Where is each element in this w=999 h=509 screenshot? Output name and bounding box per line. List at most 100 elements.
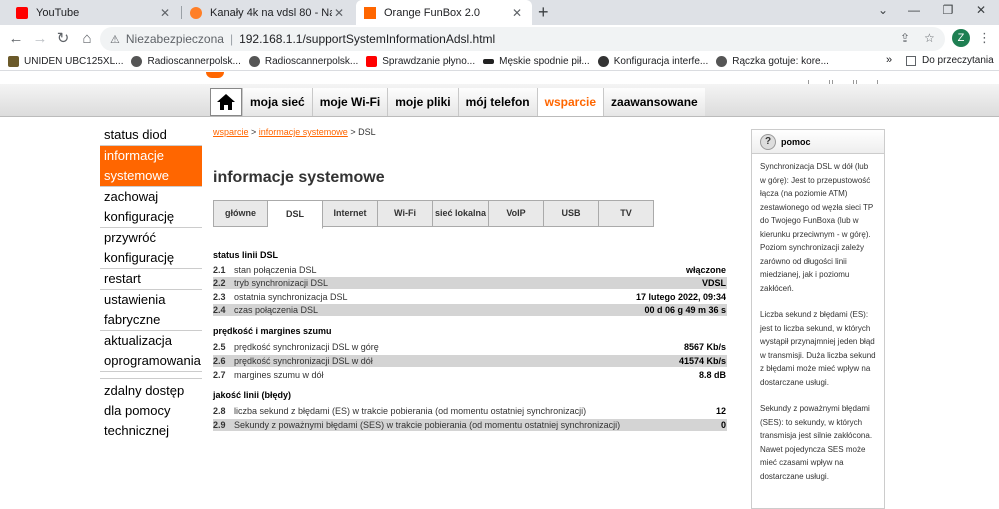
tab-search-chevron-icon[interactable]: ⌄ xyxy=(872,3,894,17)
tab-wifi[interactable]: Wi-Fi xyxy=(378,200,433,227)
close-icon[interactable]: ✕ xyxy=(332,6,346,20)
reading-list-label: Do przeczytania xyxy=(922,55,994,66)
home-icon[interactable]: ⌂ xyxy=(77,29,97,49)
sidebar-item-informacje-systemowe[interactable]: informacje systemowe xyxy=(100,146,202,187)
tab-siec-lokalna[interactable]: sieć lokalna xyxy=(433,200,489,227)
table-row: 2.4 czas połączenia DSL 00 d 06 g 49 m 36 … xyxy=(213,304,727,316)
breadcrumb-separator: > xyxy=(248,127,259,137)
sidebar-item-przywroc-konfiguracje[interactable]: przywróć konfigurację xyxy=(100,228,202,269)
youtube-favicon-icon xyxy=(16,6,28,19)
profile-avatar[interactable]: Z xyxy=(952,29,970,47)
tab-title: YouTube xyxy=(36,6,80,19)
nav-wsparcie[interactable]: wsparcie xyxy=(536,88,604,116)
row-label: liczba sekund z błędami (ES) w trakcie p… xyxy=(234,406,587,416)
row-number: 2.5 xyxy=(213,342,226,352)
nav-moja-siec[interactable]: moja sieć xyxy=(242,88,312,116)
help-paragraph: Synchronizacja DSL w dół (lub w górę): J… xyxy=(760,162,874,293)
tab-tv[interactable]: TV xyxy=(599,200,654,227)
sidebar-item-zdalny-dostep[interactable]: zdalny dostęp dla pomocy technicznej xyxy=(100,381,202,441)
row-label: stan połączenia DSL xyxy=(234,265,317,275)
house-icon xyxy=(217,94,235,110)
row-number: 2.4 xyxy=(213,305,226,315)
browser-tab-youtube[interactable]: YouTube ✕ xyxy=(8,0,180,25)
bookmark-item[interactable]: Sprawdzanie płyno... xyxy=(366,56,475,67)
tab-title: Kanały 4k na vdsl 80 - Nasz Orange xyxy=(210,6,332,19)
browser-tab-funbox[interactable]: Orange FunBox 2.0 ✕ xyxy=(356,0,532,25)
nav-moje-wifi[interactable]: moje Wi-Fi xyxy=(311,88,388,116)
home-button[interactable] xyxy=(210,88,242,116)
nav-moje-pliki[interactable]: moje pliki xyxy=(387,88,458,116)
bookmark-item[interactable]: Męskie spodnie pił... xyxy=(483,56,590,67)
forum-favicon-icon xyxy=(190,6,202,19)
forward-arrow-icon[interactable]: → xyxy=(30,29,50,49)
browser-tab-forum[interactable]: Kanały 4k na vdsl 80 - Nasz Orange ✕ xyxy=(182,0,354,25)
tab-voip[interactable]: VoIP xyxy=(489,200,544,227)
tab-usb[interactable]: USB xyxy=(544,200,599,227)
row-value: włączone xyxy=(685,265,726,275)
row-label: czas połączenia DSL xyxy=(234,305,319,315)
close-icon[interactable]: ✕ xyxy=(510,6,524,20)
page-title: informacje systemowe xyxy=(213,169,385,186)
bookmarks-overflow-button[interactable]: » xyxy=(886,54,892,66)
bookmark-label: Męskie spodnie pił... xyxy=(499,56,590,67)
tab-dsl[interactable]: DSL xyxy=(268,200,323,229)
tab-glowne[interactable]: główne xyxy=(213,200,268,227)
row-value: 8567 Kb/s xyxy=(683,342,726,352)
nav-zaawansowane[interactable]: zaawansowane xyxy=(603,88,705,116)
row-number: 2.8 xyxy=(213,406,226,416)
reading-list-button[interactable]: Do przeczytania xyxy=(906,55,994,66)
window-close-button[interactable]: ✕ xyxy=(970,3,992,17)
sidebar-item-aktualizacja[interactable]: aktualizacja oprogramowania xyxy=(100,331,202,372)
close-icon[interactable]: ✕ xyxy=(158,6,172,20)
row-number: 2.7 xyxy=(213,370,226,380)
minimize-button[interactable]: — xyxy=(903,3,925,17)
row-value: VDSL xyxy=(701,278,726,288)
bookmark-item[interactable]: UNIDEN UBC125XL... xyxy=(8,56,123,67)
tab-title: Orange FunBox 2.0 xyxy=(384,6,481,19)
row-value: 12 xyxy=(715,406,726,416)
bookmark-item[interactable]: Konfiguracja interfe... xyxy=(597,56,708,67)
main-menu: moja sieć moje Wi-Fi moje pliki mój tele… xyxy=(210,88,705,116)
bookmark-item[interactable]: Radioscannerpolsk... xyxy=(131,56,241,67)
row-number: 2.2 xyxy=(213,278,226,288)
bookmark-item[interactable]: Rączka gotuje: kore... xyxy=(716,56,829,67)
sidebar-item-restart[interactable]: restart xyxy=(100,269,202,290)
browser-toolbar: ← → ↻ ⌂ ⚠ Niezabezpieczona | 192.168.1.1… xyxy=(0,25,999,53)
section-title: jakość linii (błędy) xyxy=(213,390,292,400)
breadcrumb-link-informacje[interactable]: informacje systemowe xyxy=(259,127,348,137)
table-row: 2.8 liczba sekund z błędami (ES) w trakci… xyxy=(213,405,727,417)
row-number: 2.9 xyxy=(213,420,226,430)
nav-moj-telefon[interactable]: mój telefon xyxy=(457,88,537,116)
restore-button[interactable]: ❐ xyxy=(937,3,959,17)
table-row: 2.5 prędkość synchronizacji DSL w górę 856… xyxy=(213,341,727,353)
new-tab-button[interactable]: + xyxy=(538,2,549,23)
address-divider: | xyxy=(229,32,234,46)
back-arrow-icon[interactable]: ← xyxy=(6,29,26,49)
help-header: ? pomoc xyxy=(752,130,884,154)
address-bar[interactable]: ⚠ Niezabezpieczona | 192.168.1.1/support… xyxy=(100,27,945,51)
menu-kebab-icon[interactable]: ⋮ xyxy=(978,30,991,46)
support-sidebar: status diod informacje systemowe zachowa… xyxy=(100,125,202,441)
share-icon[interactable]: ⇪ xyxy=(900,31,910,45)
bookmark-label: Radioscannerpolsk... xyxy=(264,56,359,67)
sidebar-item-status-diod[interactable]: status diod xyxy=(100,125,202,146)
url-text: 192.168.1.1/supportSystemInformationAdsl… xyxy=(239,32,496,46)
uniden-favicon-icon xyxy=(8,56,19,67)
help-panel: ? pomoc Synchronizacja DSL w dół (lub w … xyxy=(751,129,885,509)
bookmark-item[interactable]: Radioscannerpolsk... xyxy=(248,56,359,67)
bookmark-label: Rączka gotuje: kore... xyxy=(732,56,829,67)
row-number: 2.3 xyxy=(213,292,226,302)
sidebar-item-zachowaj-konfiguracje[interactable]: zachowaj konfigurację xyxy=(100,187,202,228)
breadcrumb-separator: > xyxy=(347,127,359,137)
reading-list-icon xyxy=(906,55,916,66)
tab-internet[interactable]: Internet xyxy=(323,200,378,227)
row-value: 8.8 dB xyxy=(698,370,726,380)
youtube-favicon-icon xyxy=(366,56,378,67)
reload-icon[interactable]: ↻ xyxy=(53,29,73,49)
warning-triangle-icon: ⚠ xyxy=(110,33,120,46)
sidebar-item-ustawienia-fabryczne[interactable]: ustawienia fabryczne xyxy=(100,290,202,331)
breadcrumb-current: DSL xyxy=(358,127,376,137)
breadcrumb-link-wsparcie[interactable]: wsparcie xyxy=(213,127,249,137)
star-icon[interactable]: ☆ xyxy=(924,31,935,45)
row-value: 0 xyxy=(720,420,726,430)
